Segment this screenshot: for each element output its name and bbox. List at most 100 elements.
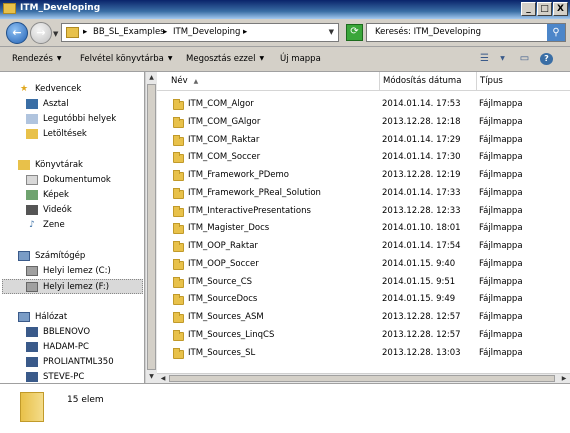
nav-item-label: BBLENOVO	[43, 327, 91, 337]
file-row[interactable]: ITM_COM_Raktar 2014.01.14. 17:29 Fájlmappa	[157, 132, 570, 150]
column-header-row: Név ▲ Módosítás dátuma Típus	[157, 72, 570, 91]
navigation-pane: ★ Kedvencek Asztal Legutóbbi helyek Letöl…	[0, 72, 145, 383]
downloads-icon	[26, 128, 38, 139]
breadcrumb-separator[interactable]: ▸	[83, 27, 87, 37]
search-input[interactable]: Keresés: ITM_Developing ⚲	[366, 23, 566, 42]
file-row[interactable]: ITM_COM_GAlgor 2013.12.28. 12:18 Fájlmappa	[157, 114, 570, 132]
file-row[interactable]: ITM_Sources_ASM 2013.12.28. 12:57 Fájlmapp…	[157, 309, 570, 327]
chevron-down-icon: ▼	[167, 55, 173, 62]
nav-item-network-computer[interactable]: STEVE-PC	[26, 370, 84, 383]
file-row[interactable]: ITM_COM_Algor 2014.01.14. 17:53 Fájlmappa	[157, 96, 570, 114]
file-row[interactable]: ITM_Sources_SL 2013.12.28. 13:03 Fájlmappa	[157, 345, 570, 363]
file-row[interactable]: ITM_Framework_PDemo 2013.12.28. 12:19 Fájl…	[157, 167, 570, 185]
share-with-menu[interactable]: Megosztás ezzel ▼	[186, 54, 264, 64]
column-header-modified[interactable]: Módosítás dátuma	[380, 72, 477, 91]
file-row[interactable]: ITM_Framework_PReal_Solution 2014.01.14. …	[157, 185, 570, 203]
nav-item-downloads[interactable]: Letöltések	[26, 127, 87, 142]
refresh-icon: ⟳	[350, 26, 359, 37]
nav-item-network-computer[interactable]: PROLIANTML350	[26, 355, 114, 370]
nav-group-computer[interactable]: Számítógép	[18, 249, 85, 264]
file-name: ITM_OOP_Raktar	[188, 241, 258, 251]
nav-group-libraries[interactable]: Könyvtárak	[18, 158, 83, 173]
nav-item-videos[interactable]: Videók	[26, 203, 72, 218]
breadcrumb-item-bb-sl-examples[interactable]: BB_SL_Examples	[93, 27, 165, 37]
file-type: Fájlmappa	[479, 205, 523, 216]
pictures-icon	[26, 189, 38, 200]
breadcrumb-separator[interactable]: ▸	[243, 27, 247, 37]
maximize-button[interactable]: □	[537, 2, 552, 16]
scroll-thumb[interactable]	[147, 84, 156, 370]
chevron-down-icon[interactable]: ▼	[496, 53, 509, 65]
nav-item-label: Legutóbbi helyek	[43, 114, 117, 124]
nav-item-documents[interactable]: Dokumentumok	[26, 173, 111, 188]
file-type: Fájlmappa	[479, 294, 523, 305]
scroll-left-icon[interactable]: ◀	[157, 374, 169, 383]
nav-item-label: HADAM-PC	[43, 342, 89, 352]
file-type: Fájlmappa	[479, 312, 523, 322]
organize-label: Rendezés	[12, 54, 53, 64]
file-modified: 2014.01.14. 17:33	[382, 187, 461, 198]
scroll-thumb[interactable]	[169, 375, 555, 382]
file-list-scrollbar[interactable]: ◀ ▶	[157, 373, 570, 383]
nav-item-label: STEVE-PC	[43, 372, 85, 382]
computer-icon	[18, 250, 30, 261]
nav-pane-scrollbar[interactable]: ▲ ▼	[145, 72, 157, 383]
file-row[interactable]: ITM_InteractivePresentations 2013.12.28. …	[157, 203, 570, 221]
scroll-down-icon[interactable]: ▼	[146, 371, 157, 383]
nav-group-network[interactable]: Hálózat	[18, 310, 67, 325]
recent-pages-dropdown[interactable]: ▼	[53, 30, 58, 38]
column-header-type[interactable]: Típus	[477, 72, 570, 91]
close-button[interactable]: X	[553, 2, 568, 16]
nav-item-drive-f[interactable]: Helyi lemez (F:)	[2, 279, 143, 294]
file-row[interactable]: ITM_Source_CS 2014.01.15. 9:51 Fájlmappa	[157, 274, 570, 292]
chevron-down-icon: ▼	[259, 55, 265, 62]
file-row[interactable]: ITM_Sources_LinqCS 2013.12.28. 12:57 Fájlm…	[157, 327, 570, 345]
file-row[interactable]: ITM_Magister_Docs 2014.01.10. 18:01 Fájlma…	[157, 220, 570, 238]
file-modified: 2014.01.15. 9:51	[382, 276, 456, 287]
file-name: ITM_SourceDocs	[188, 294, 258, 305]
column-header-name[interactable]: Név ▲	[157, 72, 380, 91]
documents-icon	[26, 174, 38, 185]
file-row[interactable]: ITM_OOP_Soccer 2014.01.15. 9:40 Fájlmappa	[157, 256, 570, 274]
organize-menu[interactable]: Rendezés ▼	[12, 54, 62, 64]
breadcrumb-item-itm-developing[interactable]: ITM_Developing	[173, 27, 240, 37]
folder-icon	[20, 392, 44, 422]
back-button[interactable]: ←	[6, 22, 28, 44]
minimize-button[interactable]: _	[521, 2, 536, 16]
file-modified: 2013.12.28. 12:33	[382, 205, 461, 216]
preview-pane-icon[interactable]: ▭	[518, 53, 531, 65]
scroll-up-icon[interactable]: ▲	[146, 72, 157, 84]
scroll-right-icon[interactable]: ▶	[558, 374, 570, 383]
refresh-button[interactable]: ⟳	[346, 24, 363, 41]
file-row[interactable]: ITM_OOP_Raktar 2014.01.14. 17:54 Fájlmappa	[157, 238, 570, 256]
nav-group-favorites[interactable]: ★ Kedvencek	[18, 82, 81, 97]
sort-ascending-icon: ▲	[193, 78, 199, 85]
file-row[interactable]: ITM_COM_Soccer 2014.01.14. 17:30 Fájlmappa	[157, 149, 570, 167]
file-modified: 2013.12.28. 12:57	[382, 312, 461, 322]
file-row[interactable]: ITM_SourceDocs 2014.01.15. 9:49 Fájlmappa	[157, 291, 570, 309]
nav-item-drive-c[interactable]: Helyi lemez (C:)	[26, 264, 111, 279]
file-type: Fájlmappa	[479, 99, 523, 109]
include-in-library-menu[interactable]: Felvétel könyvtárba ▼	[80, 54, 172, 64]
file-type: Fájlmappa	[479, 241, 523, 251]
nav-item-recent-places[interactable]: Legutóbbi helyek	[26, 112, 116, 127]
nav-item-label: Helyi lemez (F:)	[43, 282, 110, 292]
file-modified: 2014.01.14. 17:29	[382, 134, 461, 145]
nav-item-pictures[interactable]: Képek	[26, 188, 69, 203]
new-folder-button[interactable]: Új mappa	[280, 54, 321, 64]
breadcrumb-separator[interactable]: ▸	[163, 27, 167, 37]
forward-button[interactable]: →	[30, 22, 52, 44]
nav-item-network-computer[interactable]: HADAM-PC	[26, 340, 89, 355]
view-options-icon[interactable]: ☰	[478, 53, 491, 65]
item-count: 15 elem	[67, 395, 104, 405]
address-dropdown[interactable]: ▼	[329, 28, 334, 36]
folder-icon	[173, 312, 184, 323]
file-name: ITM_Sources_LinqCS	[188, 329, 275, 340]
help-icon[interactable]: ?	[540, 53, 553, 65]
nav-item-network-computer[interactable]: BBLENOVO	[26, 325, 90, 340]
nav-item-desktop[interactable]: Asztal	[26, 97, 69, 112]
nav-item-music[interactable]: ♪ Zene	[26, 218, 65, 233]
breadcrumb[interactable]: ▸ BB_SL_Examples ▸ ITM_Developing ▸ ▼	[61, 23, 339, 42]
search-icon[interactable]: ⚲	[547, 24, 565, 41]
include-library-label: Felvétel könyvtárba	[80, 54, 164, 64]
